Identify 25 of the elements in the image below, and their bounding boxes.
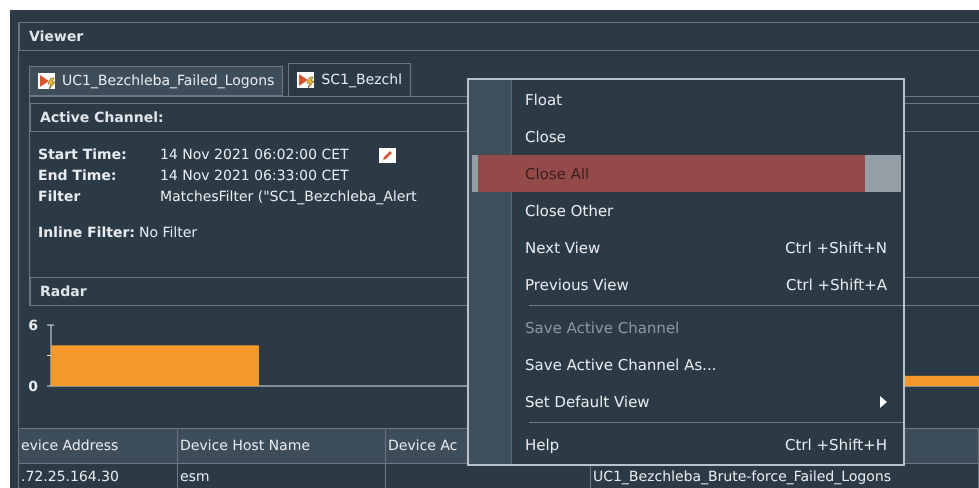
channel-icon [38, 72, 58, 90]
field-label: End Time: [38, 167, 118, 186]
menu-item[interactable]: Next View Ctrl +Shift+N [472, 229, 901, 266]
field-value: MatchesFilter ("SC1_Bezchleba_Alert [160, 188, 417, 207]
inline-filter-label: Inline Filter: [38, 225, 135, 241]
channel-tab[interactable]: SC1_Bezchl [288, 63, 412, 96]
axis-tick-label: 0 [28, 379, 38, 395]
y-axis [46, 324, 54, 386]
axis-tick-label: 6 [28, 318, 38, 334]
field-value: 14 Nov 2021 06:33:00 CET [160, 167, 349, 186]
menu-item[interactable]: Close Other [472, 192, 901, 229]
channel-icon [297, 71, 318, 89]
field-label: Start Time: [38, 146, 128, 165]
menu-item[interactable]: Set Default View [472, 383, 901, 420]
menu-item[interactable]: Help Ctrl +Shift+H [472, 426, 901, 463]
inline-filter-value: No Filter [138, 225, 198, 241]
field-label: Filter [38, 188, 82, 207]
menu-item[interactable]: Save Active Channel As... [472, 346, 901, 383]
channel-tab[interactable]: UC1_Bezchleba_Failed_Logons [29, 66, 284, 96]
edit-icon[interactable] [378, 148, 396, 163]
viewer-header: Viewer [19, 22, 979, 51]
field-value: 14 Nov 2021 06:02:00 CET [160, 146, 349, 165]
submenu-arrow-icon [880, 396, 887, 408]
table-cell: .72.25.164.30 [19, 464, 178, 488]
table-cell: esm [178, 464, 386, 488]
